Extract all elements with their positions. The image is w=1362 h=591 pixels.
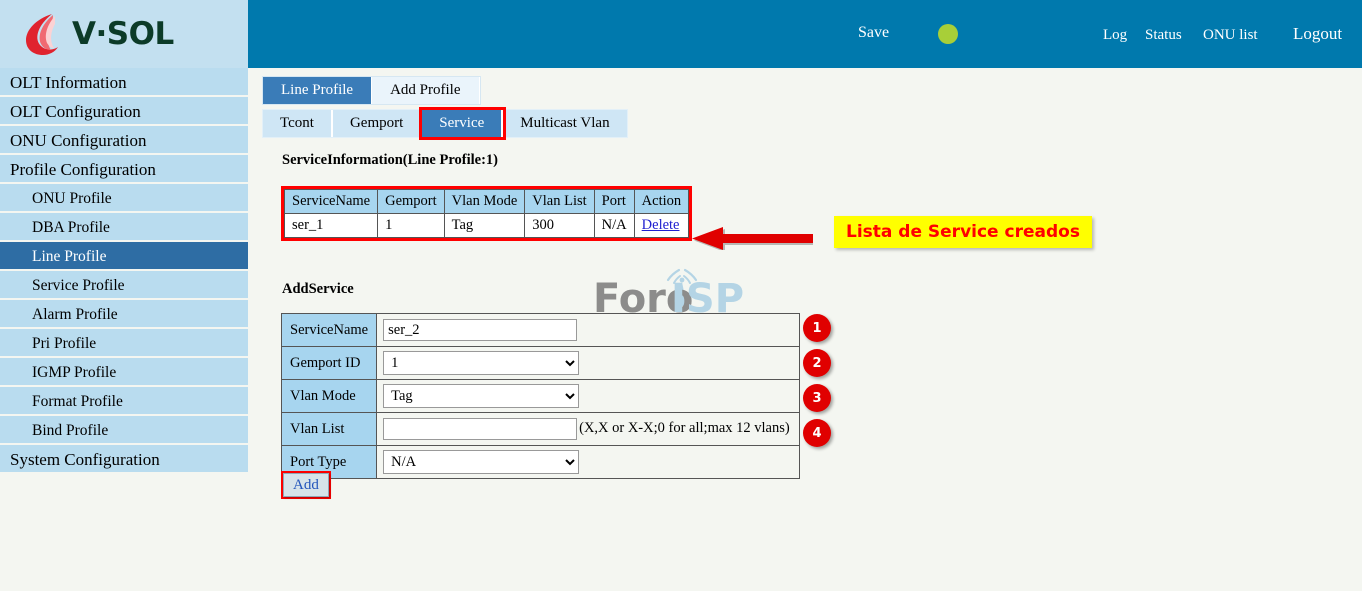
tab-multicast-vlan[interactable]: Multicast Vlan	[503, 110, 626, 137]
header-link-status[interactable]: Status	[1145, 27, 1182, 44]
sidebar-item-alarm-profile[interactable]: Alarm Profile	[0, 300, 248, 329]
vlan-list-hint: (X,X or X-X;0 for all;max 12 vlans)	[579, 420, 790, 436]
cell-action: Delete	[634, 214, 688, 238]
sidebar: V·SOL OLT InformationOLT ConfigurationON…	[0, 0, 248, 591]
servicename-input[interactable]	[383, 319, 577, 341]
header-link-onu-list[interactable]: ONU list	[1203, 27, 1258, 44]
brand-name: V·SOL	[72, 16, 174, 52]
step-badge-1: 1	[803, 314, 831, 342]
field-cell: TagTransparentTranslation	[377, 380, 800, 413]
primary-tab-bar: Line ProfileAdd Profile	[262, 76, 481, 105]
vsol-flame-logo-icon	[22, 11, 66, 57]
vlan-mode-select[interactable]: TagTransparentTranslation	[383, 384, 579, 408]
cell-vlan-list: 300	[525, 214, 594, 238]
sidebar-menu: OLT InformationOLT ConfigurationONU Conf…	[0, 68, 248, 474]
sidebar-item-onu-profile[interactable]: ONU Profile	[0, 184, 248, 213]
column-header: Action	[634, 190, 688, 214]
column-header: Gemport	[378, 190, 445, 214]
cell-port: N/A	[594, 214, 634, 238]
form-row: Gemport ID1234	[282, 347, 800, 380]
field-cell: N/AETHPOTS	[377, 446, 800, 479]
brand-logo: V·SOL	[0, 0, 248, 68]
sidebar-item-igmp-profile[interactable]: IGMP Profile	[0, 358, 248, 387]
top-header: Save Log Status ONU list Logout	[248, 0, 1362, 68]
column-header: Vlan List	[525, 190, 594, 214]
cell-vlan-mode: Tag	[444, 214, 525, 238]
table-body: ser_11Tag300N/A Delete	[285, 214, 689, 238]
form-row: Vlan ModeTagTransparentTranslation	[282, 380, 800, 413]
form-row: ServiceName	[282, 314, 800, 347]
field-cell: (X,X or X-X;0 for all;max 12 vlans)	[377, 413, 800, 446]
sidebar-item-pri-profile[interactable]: Pri Profile	[0, 329, 248, 358]
main-content: Line ProfileAdd Profile TcontGemportServ…	[248, 68, 1362, 591]
left-arrow-icon	[688, 224, 813, 250]
secondary-tab-bar: TcontGemportServiceMulticast Vlan	[262, 109, 628, 138]
sidebar-item-service-profile[interactable]: Service Profile	[0, 271, 248, 300]
step-badge-3: 3	[803, 384, 831, 412]
cell-gemport: 1	[378, 214, 445, 238]
sidebar-item-profile-configuration[interactable]: Profile Configuration	[0, 155, 248, 184]
field-label: Vlan List	[282, 413, 377, 446]
column-header: Port	[594, 190, 634, 214]
service-information-table: ServiceNameGemportVlan ModeVlan ListPort…	[284, 189, 689, 238]
step-badge-4: 4	[803, 419, 831, 447]
field-label: ServiceName	[282, 314, 377, 347]
sidebar-item-line-profile[interactable]: Line Profile	[0, 242, 248, 271]
header-link-logout[interactable]: Logout	[1293, 24, 1342, 44]
field-cell: 1234	[377, 347, 800, 380]
step-badge-2: 2	[803, 349, 831, 377]
field-cell	[377, 314, 800, 347]
column-header: Vlan Mode	[444, 190, 525, 214]
add-service-title: AddService	[282, 281, 354, 298]
status-indicator-icon	[938, 24, 958, 44]
tab-line-profile[interactable]: Line Profile	[263, 77, 372, 104]
table-header-row: ServiceNameGemportVlan ModeVlan ListPort…	[285, 190, 689, 214]
delete-link[interactable]: Delete	[642, 217, 680, 233]
add-service-form-body: ServiceNameGemport ID1234Vlan ModeTagTra…	[282, 314, 800, 479]
service-information-table-highlight: ServiceNameGemportVlan ModeVlan ListPort…	[281, 186, 692, 241]
table-row: ser_11Tag300N/A Delete	[285, 214, 689, 238]
sidebar-item-olt-configuration[interactable]: OLT Configuration	[0, 97, 248, 126]
sidebar-item-olt-information[interactable]: OLT Information	[0, 68, 248, 97]
tab-add-profile[interactable]: Add Profile	[372, 77, 479, 104]
sidebar-item-system-configuration[interactable]: System Configuration	[0, 445, 248, 474]
gemport-id-select[interactable]: 1234	[383, 351, 579, 375]
save-button[interactable]: Save	[858, 24, 889, 42]
sidebar-item-onu-configuration[interactable]: ONU Configuration	[0, 126, 248, 155]
sidebar-item-dba-profile[interactable]: DBA Profile	[0, 213, 248, 242]
header-link-log[interactable]: Log	[1103, 27, 1127, 44]
add-service-form: ServiceNameGemport ID1234Vlan ModeTagTra…	[281, 313, 800, 479]
sidebar-item-bind-profile[interactable]: Bind Profile	[0, 416, 248, 445]
tab-gemport[interactable]: Gemport	[333, 110, 422, 137]
service-information-title: ServiceInformation(Line Profile:1)	[282, 152, 498, 169]
field-label: Vlan Mode	[282, 380, 377, 413]
port-type-select[interactable]: N/AETHPOTS	[383, 450, 579, 474]
field-label: Gemport ID	[282, 347, 377, 380]
cell-service-name: ser_1	[285, 214, 378, 238]
column-header: ServiceName	[285, 190, 378, 214]
vlan-list-input[interactable]	[383, 418, 577, 440]
sidebar-item-format-profile[interactable]: Format Profile	[0, 387, 248, 416]
add-button-highlight: Add	[281, 471, 331, 499]
tab-service[interactable]: Service	[422, 110, 503, 137]
form-row: Port TypeN/AETHPOTS	[282, 446, 800, 479]
form-row: Vlan List (X,X or X-X;0 for all;max 12 vl…	[282, 413, 800, 446]
tab-tcont[interactable]: Tcont	[263, 110, 333, 137]
add-button[interactable]: Add	[283, 473, 329, 497]
callout-label: Lista de Service creados	[834, 216, 1092, 248]
